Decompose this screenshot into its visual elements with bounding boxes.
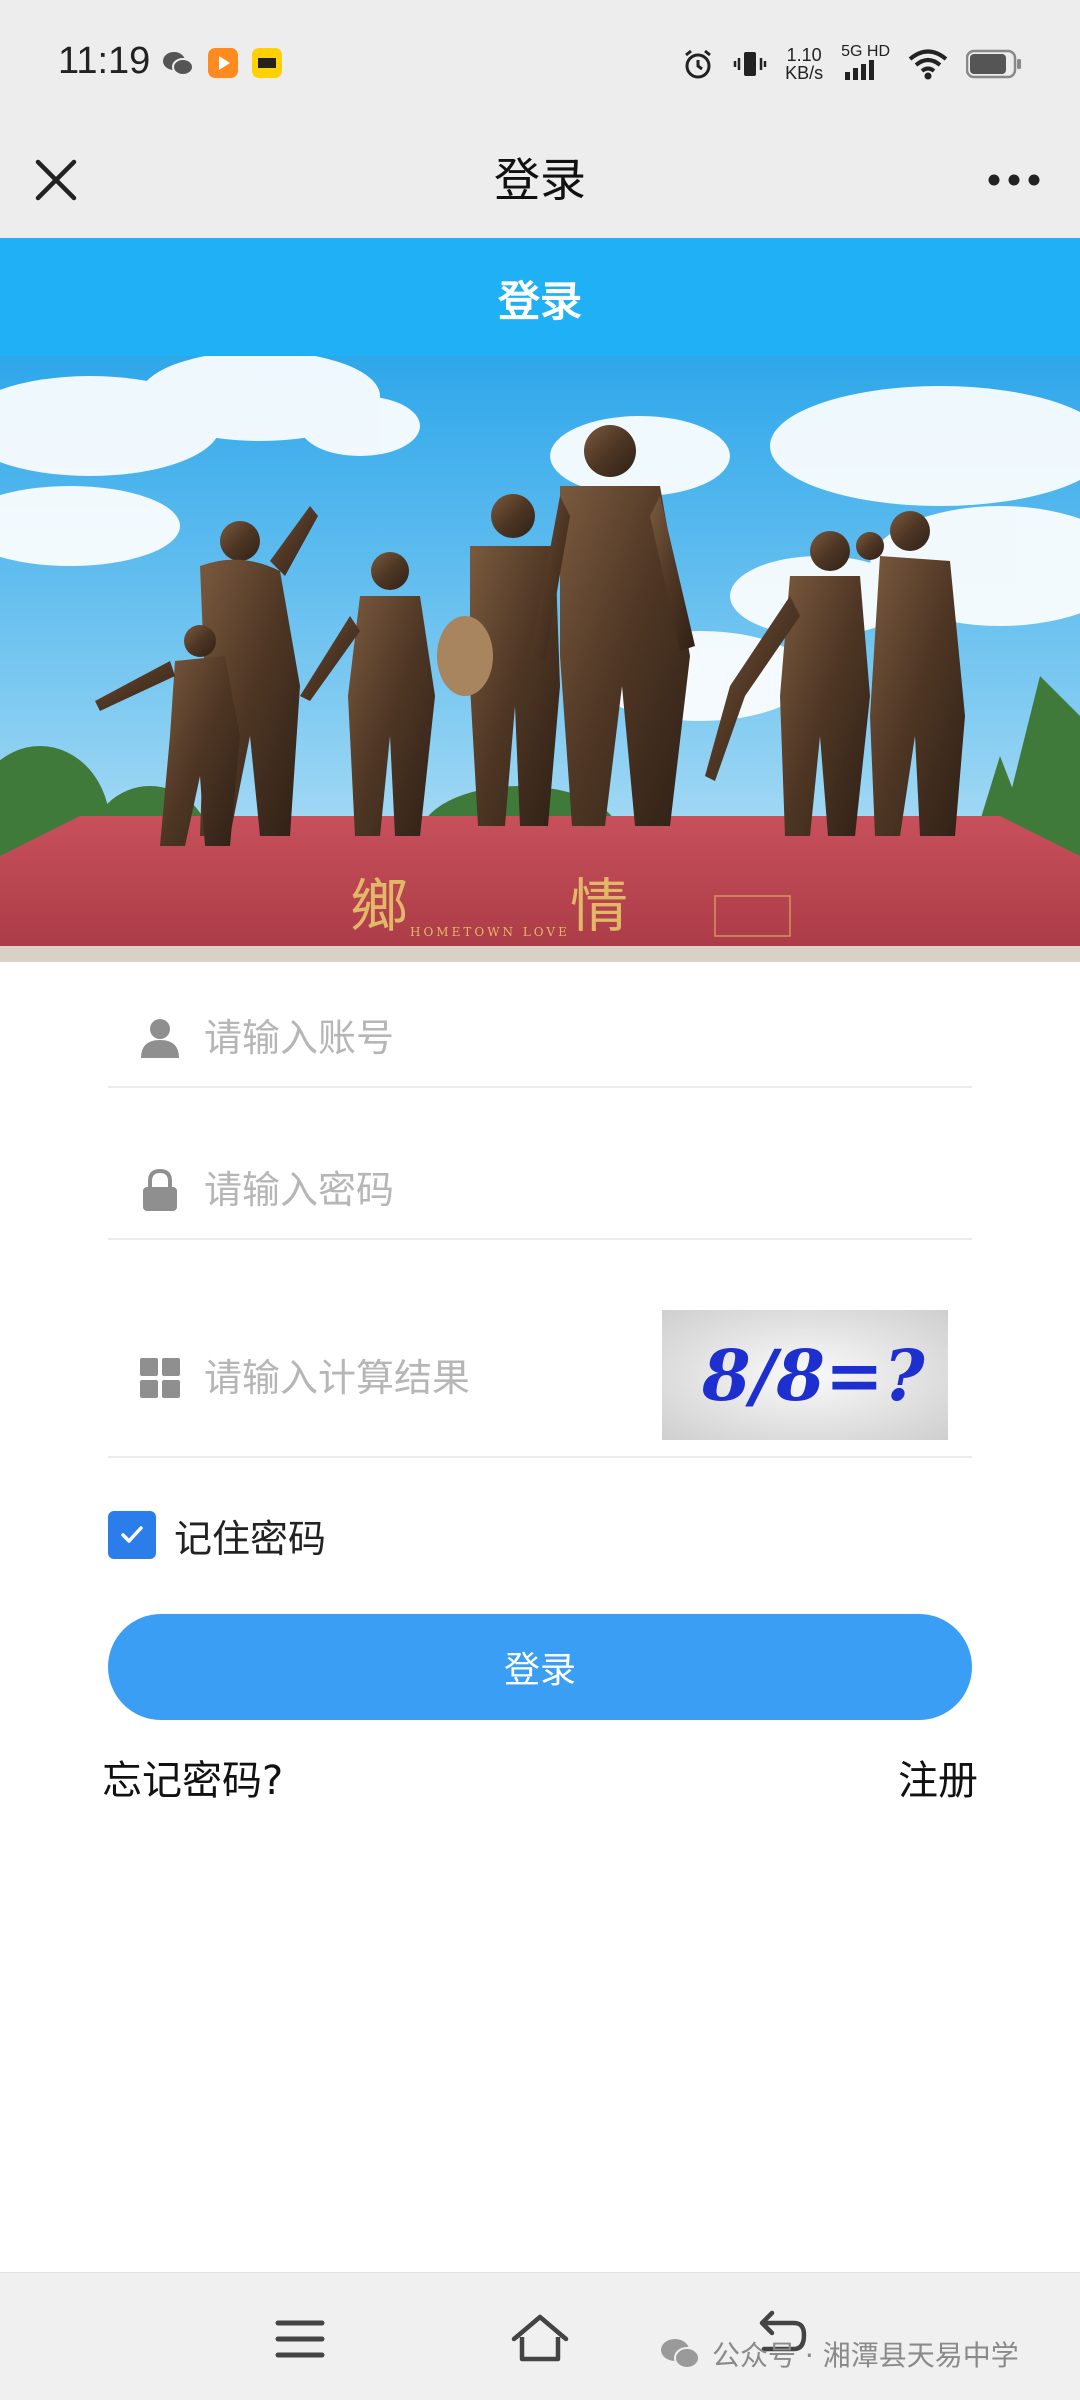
- login-header: 登录: [0, 238, 1080, 356]
- net-speed-unit: KB/s: [785, 63, 824, 83]
- register-link[interactable]: 注册: [898, 1748, 978, 1806]
- captcha-input[interactable]: [204, 1348, 644, 1408]
- header-title: 登录: [497, 277, 582, 326]
- lock-icon: [143, 1168, 177, 1211]
- grid-icon: [140, 1358, 180, 1398]
- page-title: 登录: [494, 153, 586, 207]
- watermark: 公众号 · 湘潭县天易中学: [660, 2334, 1019, 2374]
- account-input[interactable]: [204, 1008, 944, 1068]
- more-options-icon[interactable]: [980, 154, 1050, 214]
- home-icon[interactable]: [510, 2309, 570, 2369]
- wifi-icon: [908, 49, 948, 80]
- nav-bar: 登录: [0, 132, 1080, 238]
- alarm-icon: [685, 49, 712, 79]
- user-icon: [141, 1019, 179, 1058]
- battery-icon: [966, 49, 1021, 79]
- password-row: [108, 1142, 972, 1240]
- forgot-password-link[interactable]: 忘记密码?: [102, 1748, 283, 1806]
- wechat-icon: [163, 52, 194, 76]
- net-speed-value: 1.10: [786, 45, 822, 65]
- wechat-official-account-icon: [661, 2339, 700, 2369]
- net-type-label: 5G HD: [841, 43, 890, 60]
- hero-image: 鄉 情 HOMETOWN LOVE: [0, 356, 1080, 962]
- net-speed: 1.10 KB/s: [785, 46, 823, 82]
- monument-text-1: 鄉: [350, 872, 408, 940]
- remember-password-toggle[interactable]: 记住密码: [108, 1510, 327, 1561]
- login-button[interactable]: 登录: [108, 1614, 972, 1720]
- captcha-text: 8/8=?: [701, 1334, 926, 1417]
- meituan-app-icon: [252, 48, 282, 78]
- menu-icon[interactable]: [270, 2309, 330, 2369]
- status-bar: 11:19 1.10 KB/s 5G HD: [0, 0, 1080, 132]
- hometown-love-monument-image: 鄉 情 HOMETOWN LOVE: [0, 356, 1080, 962]
- signal-icon: [845, 60, 875, 80]
- monument-text-2: 情: [570, 872, 628, 940]
- captcha-row: 8/8=?: [108, 1300, 972, 1458]
- captcha-image[interactable]: 8/8=?: [662, 1310, 948, 1440]
- remember-checkbox[interactable]: [108, 1511, 156, 1559]
- net-type: 5G HD: [841, 44, 890, 84]
- check-icon: [121, 1526, 143, 1543]
- watermark-text: 公众号 · 湘潭县天易中学: [712, 2339, 1019, 2372]
- status-time: 11:19: [58, 40, 151, 82]
- vibrate-icon: [733, 52, 767, 76]
- monument-subtext: HOMETOWN LOVE: [410, 925, 570, 939]
- password-input[interactable]: [204, 1160, 944, 1220]
- account-row: [108, 990, 972, 1088]
- status-icons: 1.10 KB/s 5G HD: [681, 44, 1022, 84]
- remember-label: 记住密码: [174, 1516, 327, 1561]
- video-app-icon: [208, 48, 238, 78]
